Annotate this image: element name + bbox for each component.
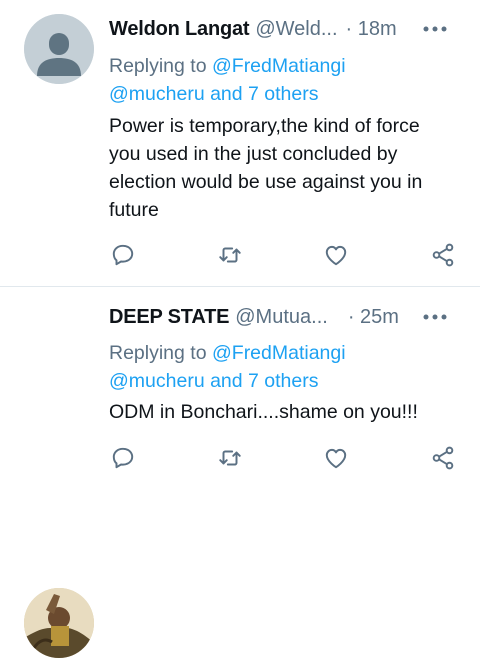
mention-link[interactable]: @FredMatiangi: [212, 342, 346, 364]
share-icon[interactable]: [428, 443, 458, 473]
author-name[interactable]: Weldon Langat: [109, 18, 250, 41]
timestamp[interactable]: · 25m: [348, 306, 399, 329]
tweet-actions: [0, 240, 480, 270]
author-name[interactable]: DEEP STATE: [109, 306, 229, 329]
mention-others-link[interactable]: @mucheru and 7 others: [109, 83, 319, 105]
default-avatar-icon: [24, 14, 94, 84]
tweet-reply-1[interactable]: Weldon Langat @Weld... · 18m Replying to…: [0, 0, 480, 286]
retweet-icon[interactable]: [215, 240, 245, 270]
more-dots-icon[interactable]: [420, 14, 450, 44]
tweet-header: Weldon Langat @Weld... · 18m: [109, 14, 466, 44]
heart-icon[interactable]: [321, 443, 351, 473]
profile-photo-icon: [24, 588, 94, 658]
replying-to: Replying to @FredMatiangi @mucheru and 7…: [109, 339, 346, 395]
replying-to-label: Replying to: [109, 55, 212, 77]
replying-to: Replying to @FredMatiangi @mucheru and 7…: [109, 52, 346, 108]
share-icon[interactable]: [428, 240, 458, 270]
mention-link[interactable]: @FredMatiangi: [212, 55, 346, 77]
tweet-header: DEEP STATE @Mutua... · 25m: [109, 302, 466, 332]
mention-others-link[interactable]: @mucheru and 7 others: [109, 370, 319, 392]
timestamp[interactable]: · 18m: [346, 18, 397, 41]
heart-icon[interactable]: [321, 240, 351, 270]
tweet-actions: [0, 443, 480, 473]
more-dots-icon[interactable]: [420, 302, 450, 332]
tweet-text: Power is temporary,the kind of force you…: [109, 115, 423, 221]
replying-to-label: Replying to: [109, 342, 212, 364]
retweet-icon[interactable]: [215, 443, 245, 473]
reply-bubble-icon[interactable]: [108, 443, 138, 473]
avatar[interactable]: [24, 14, 94, 84]
avatar[interactable]: [24, 588, 94, 658]
author-handle[interactable]: @Weld...: [255, 18, 337, 41]
tweet-text: ODM in Bonchari....shame on you!!!: [109, 401, 418, 423]
author-handle[interactable]: @Mutua...: [235, 306, 328, 329]
reply-bubble-icon[interactable]: [108, 240, 138, 270]
